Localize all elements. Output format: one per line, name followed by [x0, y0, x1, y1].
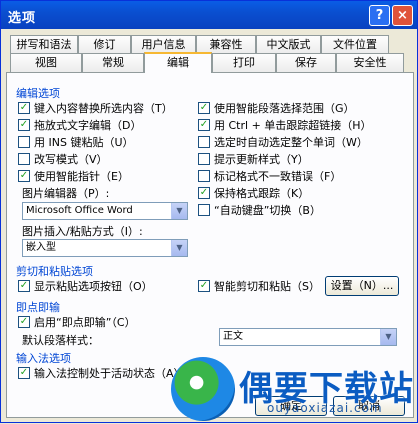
options-dialog: 选项 ? × 拼写和语法 修订 用户信息 兼容性 中文版式 文件位置 视图 常规…: [0, 0, 418, 423]
checkbox-typing-replaces[interactable]: ✓ 键入内容替换所选内容（T）: [18, 100, 173, 116]
tab-edit[interactable]: 编辑: [144, 52, 212, 73]
check-mark: ✓: [198, 102, 210, 114]
cut-paste-title: 剪切和粘贴选项: [16, 265, 93, 278]
checkbox-ctrl-click[interactable]: ✓ 用 Ctrl + 单击跟踪超链接（H）: [198, 117, 372, 133]
checkbox-auto-keyboard[interactable]: “自动键盘”切换（B）: [198, 202, 321, 218]
default-style-label: 默认段落样式：: [22, 334, 99, 347]
checkbox-prompt-style[interactable]: 提示更新样式（Y）: [198, 151, 309, 167]
check-mark: [198, 153, 210, 165]
chevron-down-icon: ▼: [171, 240, 187, 256]
checkbox-select-word[interactable]: 选定时自动选定整个单词（W）: [198, 134, 368, 150]
check-mark: ✓: [18, 170, 30, 182]
default-style-value: 正文: [223, 331, 243, 342]
check-mark: ✓: [18, 119, 30, 131]
check-mark: [198, 170, 210, 182]
check-mark: ✓: [18, 102, 30, 114]
check-mark: ✓: [18, 280, 30, 292]
checkbox-drag-drop[interactable]: ✓ 拖放式文字编辑（D）: [18, 117, 141, 133]
picture-editor-value: Microsoft Office Word: [26, 205, 133, 216]
checkbox-keep-format[interactable]: ✓ 保持格式跟踪（K）: [198, 185, 309, 201]
insert-paste-select[interactable]: 嵌入型 ▼: [22, 239, 188, 257]
help-button[interactable]: ?: [369, 5, 390, 26]
check-mark: [18, 153, 30, 165]
picture-editor-select[interactable]: Microsoft Office Word ▼: [22, 202, 188, 220]
settings-button[interactable]: 设置（N）...: [325, 276, 399, 296]
check-mark: ✓: [18, 316, 30, 328]
tab-view[interactable]: 视图: [10, 53, 82, 72]
tab-save[interactable]: 保存: [276, 53, 336, 72]
tab-file-locations[interactable]: 文件位置: [321, 35, 389, 54]
insert-paste-label: 图片插入/粘贴方式（I）:: [22, 225, 143, 238]
checkbox-paste-buttons[interactable]: ✓ 显示粘贴选项按钮（O）: [18, 278, 153, 294]
chevron-down-icon: ▼: [380, 329, 396, 345]
window-title: 选项: [8, 11, 37, 26]
click-type-title: 即点即输: [16, 301, 60, 314]
close-button[interactable]: ×: [392, 5, 413, 26]
tab-track-changes[interactable]: 修订: [78, 35, 131, 54]
editing-options-title: 编辑选项: [16, 87, 60, 100]
picture-editor-label: 图片编辑器（P）:: [22, 187, 110, 200]
insert-paste-value: 嵌入型: [26, 242, 56, 253]
watermark: 偶要下载站 ouyaoxiazai.com: [171, 357, 418, 424]
tab-security[interactable]: 安全性: [336, 53, 404, 72]
title-bar[interactable]: 选项 ? ×: [1, 1, 417, 29]
check-mark: [198, 204, 210, 216]
watermark-url: ouyaoxiazai.com: [267, 401, 383, 415]
checkbox-enable-click-type[interactable]: ✓ 启用“即点即输”（C）: [18, 314, 136, 330]
check-mark: ✓: [198, 187, 210, 199]
tab-general[interactable]: 常规: [82, 53, 144, 72]
checkbox-mark-inconsistency[interactable]: 标记格式不一致错误（F）: [198, 168, 341, 184]
checkbox-ime-active[interactable]: ✓ 输入法控制处于活动状态（A）: [18, 365, 185, 381]
tab-chinese-layout[interactable]: 中文版式: [256, 35, 321, 54]
chevron-down-icon: ▼: [171, 203, 187, 219]
checkbox-smart-cut-paste[interactable]: ✓ 智能剪切和粘贴（S）: [198, 278, 320, 294]
checkbox-smart-paragraph[interactable]: ✓ 使用智能段落选择范围（G）: [198, 100, 355, 116]
check-mark: [18, 136, 30, 148]
default-style-select[interactable]: 正文 ▼: [219, 328, 397, 346]
check-mark: [198, 136, 210, 148]
check-mark: ✓: [198, 119, 210, 131]
checkbox-ins-paste[interactable]: 用 INS 键粘贴（U）: [18, 134, 134, 150]
tab-spelling-grammar[interactable]: 拼写和语法: [10, 35, 78, 54]
checkbox-overtype[interactable]: 改写模式（V）: [18, 151, 108, 167]
tab-print[interactable]: 打印: [212, 53, 276, 72]
checkbox-smart-cursor[interactable]: ✓ 使用智能指针（E）: [18, 168, 129, 184]
check-mark: ✓: [18, 367, 30, 379]
check-mark: ✓: [198, 280, 210, 292]
ime-options-title: 输入法选项: [16, 352, 71, 365]
watermark-logo-icon: [171, 357, 235, 421]
